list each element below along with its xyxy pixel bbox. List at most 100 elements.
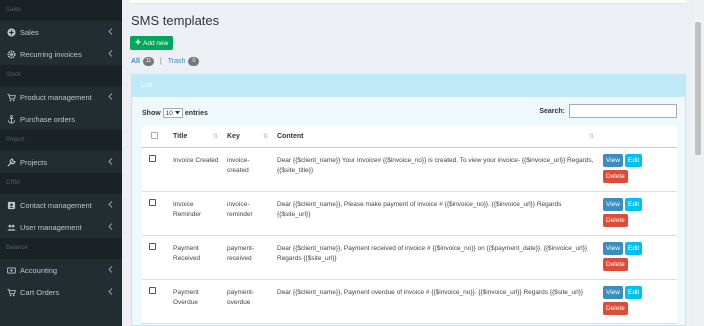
sidebar-item-accounting[interactable]: Accounting	[0, 259, 122, 281]
sidebar-item-projects[interactable]: Projects	[0, 151, 122, 173]
top-panel	[130, 0, 687, 4]
filter-separator: |	[159, 58, 162, 65]
chevron-left-icon	[108, 288, 113, 295]
page-title: SMS templates	[131, 13, 220, 28]
sort-icon: ⇅	[262, 134, 268, 140]
filter-all-link[interactable]: All	[131, 58, 140, 65]
sidebar-item-cart-orders[interactable]: Cart Orders	[0, 281, 122, 303]
sidebar-item-label: Sales	[20, 27, 39, 37]
edit-button[interactable]: Edit	[624, 285, 643, 299]
row-title: Invoice Reminder	[169, 191, 223, 236]
search-input[interactable]	[569, 104, 677, 118]
delete-button[interactable]: Delete	[603, 257, 628, 271]
chevron-left-icon	[108, 28, 113, 35]
chevron-left-icon	[108, 158, 113, 165]
chevron-left-icon	[108, 50, 113, 57]
row-actions: View Edit Delete	[599, 279, 677, 324]
sidebar-item-label: Recurring invoices	[20, 49, 82, 59]
sidebar-section-crm: CRM	[0, 173, 122, 194]
table-row: Payment Received payment-received Dear {…	[142, 235, 677, 280]
sidebar-item-user-management[interactable]: User management	[0, 216, 122, 238]
show-entries: Show 10 entries	[142, 108, 208, 118]
page-scrollbar[interactable]	[694, 0, 703, 326]
filter-trash-count: 0	[188, 57, 200, 66]
sidebar-item-label: Product management	[20, 92, 92, 102]
sidebar: Sales Sales Recurring invoices Stock Pro…	[0, 0, 122, 326]
add-new-button[interactable]: Add new	[130, 36, 174, 50]
row-actions: View Edit Delete	[599, 191, 677, 236]
users-icon	[6, 222, 16, 232]
row-actions: View Edit Delete	[599, 235, 677, 280]
table-row: Payment Overdue payment-overdue Dear {{$…	[142, 279, 677, 324]
row-content: Dear {{$client_name}}, Payment received …	[273, 235, 599, 280]
row-content: Dear {{$client_name}} Your Invoice# {{$i…	[273, 147, 599, 192]
table-row: Invoice Created invoice-created Dear {{$…	[142, 147, 677, 192]
sidebar-item-product-management[interactable]: Product management	[0, 86, 122, 108]
view-button[interactable]: View	[603, 197, 623, 211]
select-all-header[interactable]	[142, 126, 169, 148]
sidebar-item-contact-management[interactable]: Contact management	[0, 194, 122, 216]
add-new-label: Add new	[143, 39, 169, 47]
sidebar-item-recurring-invoices[interactable]: Recurring invoices	[0, 43, 122, 65]
sidebar-section-stock: Stock	[0, 65, 122, 86]
edit-button[interactable]: Edit	[624, 153, 643, 167]
select-all-checkbox[interactable]	[151, 131, 158, 139]
list-box-header: List	[132, 75, 685, 97]
sidebar-item-label: User management	[20, 222, 82, 232]
row-title: Invoice Created	[169, 147, 223, 192]
plus-icon	[135, 39, 141, 47]
row-key: payment-overdue	[223, 279, 273, 324]
view-button[interactable]: View	[603, 153, 623, 167]
column-actions	[599, 126, 677, 148]
chevron-left-icon	[108, 201, 113, 208]
filter-links: All 11 | Trash 0	[131, 57, 200, 66]
row-checkbox[interactable]	[149, 286, 156, 294]
wrench-icon	[6, 157, 16, 167]
contact-book-icon	[6, 200, 16, 210]
gear-icon	[6, 49, 16, 59]
view-button[interactable]: View	[603, 285, 623, 299]
sidebar-item-sales[interactable]: Sales	[0, 21, 122, 43]
entries-select-value: 10	[165, 109, 173, 117]
edit-button[interactable]: Edit	[624, 241, 643, 255]
row-content: Dear {{$client_name}}, Payment overdue o…	[273, 279, 599, 324]
row-select-cell	[142, 191, 169, 236]
sort-icon: ⇅	[212, 134, 218, 140]
sidebar-item-label: Cart Orders	[20, 287, 60, 297]
entries-select[interactable]: 10	[162, 108, 183, 118]
delete-button[interactable]: Delete	[603, 213, 628, 227]
filter-trash-link[interactable]: Trash	[168, 58, 186, 65]
row-select-cell	[142, 147, 169, 192]
table-row: Invoice Reminder invoice-reminder Dear {…	[142, 191, 677, 236]
row-key: invoice-reminder	[223, 191, 273, 236]
table-header-row: Title ⇅ Key ⇅ Content ⇅	[142, 126, 677, 148]
row-checkbox[interactable]	[149, 198, 156, 206]
delete-button[interactable]: Delete	[603, 169, 628, 183]
cart-icon	[6, 287, 16, 297]
caret-down-icon	[174, 111, 180, 115]
sidebar-section-project: Project	[0, 130, 122, 151]
chevron-left-icon	[108, 93, 113, 100]
view-button[interactable]: View	[603, 241, 623, 255]
sidebar-item-label: Accounting	[20, 265, 58, 275]
sort-icon: ⇅	[588, 134, 594, 140]
column-content[interactable]: Content ⇅	[273, 126, 599, 148]
show-label: Show	[142, 109, 161, 117]
scrollbar-thumb[interactable]	[695, 22, 701, 155]
row-checkbox[interactable]	[149, 242, 156, 250]
sidebar-item-label: Projects	[20, 157, 48, 167]
edit-button[interactable]: Edit	[624, 197, 643, 211]
list-box-title: List	[141, 82, 152, 89]
row-checkbox[interactable]	[149, 154, 156, 162]
column-key[interactable]: Key ⇅	[223, 126, 273, 148]
row-key: payment-received	[223, 235, 273, 280]
delete-button[interactable]: Delete	[603, 301, 628, 315]
cart-icon	[6, 92, 16, 102]
column-title[interactable]: Title ⇅	[169, 126, 223, 148]
sidebar-item-purchase-orders[interactable]: Purchase orders	[0, 108, 122, 130]
filter-all-count: 11	[142, 57, 154, 66]
money-bill-icon	[6, 265, 16, 275]
sidebar-section-sales: Sales	[0, 0, 122, 21]
row-select-cell	[142, 279, 169, 324]
chevron-left-icon	[108, 223, 113, 230]
